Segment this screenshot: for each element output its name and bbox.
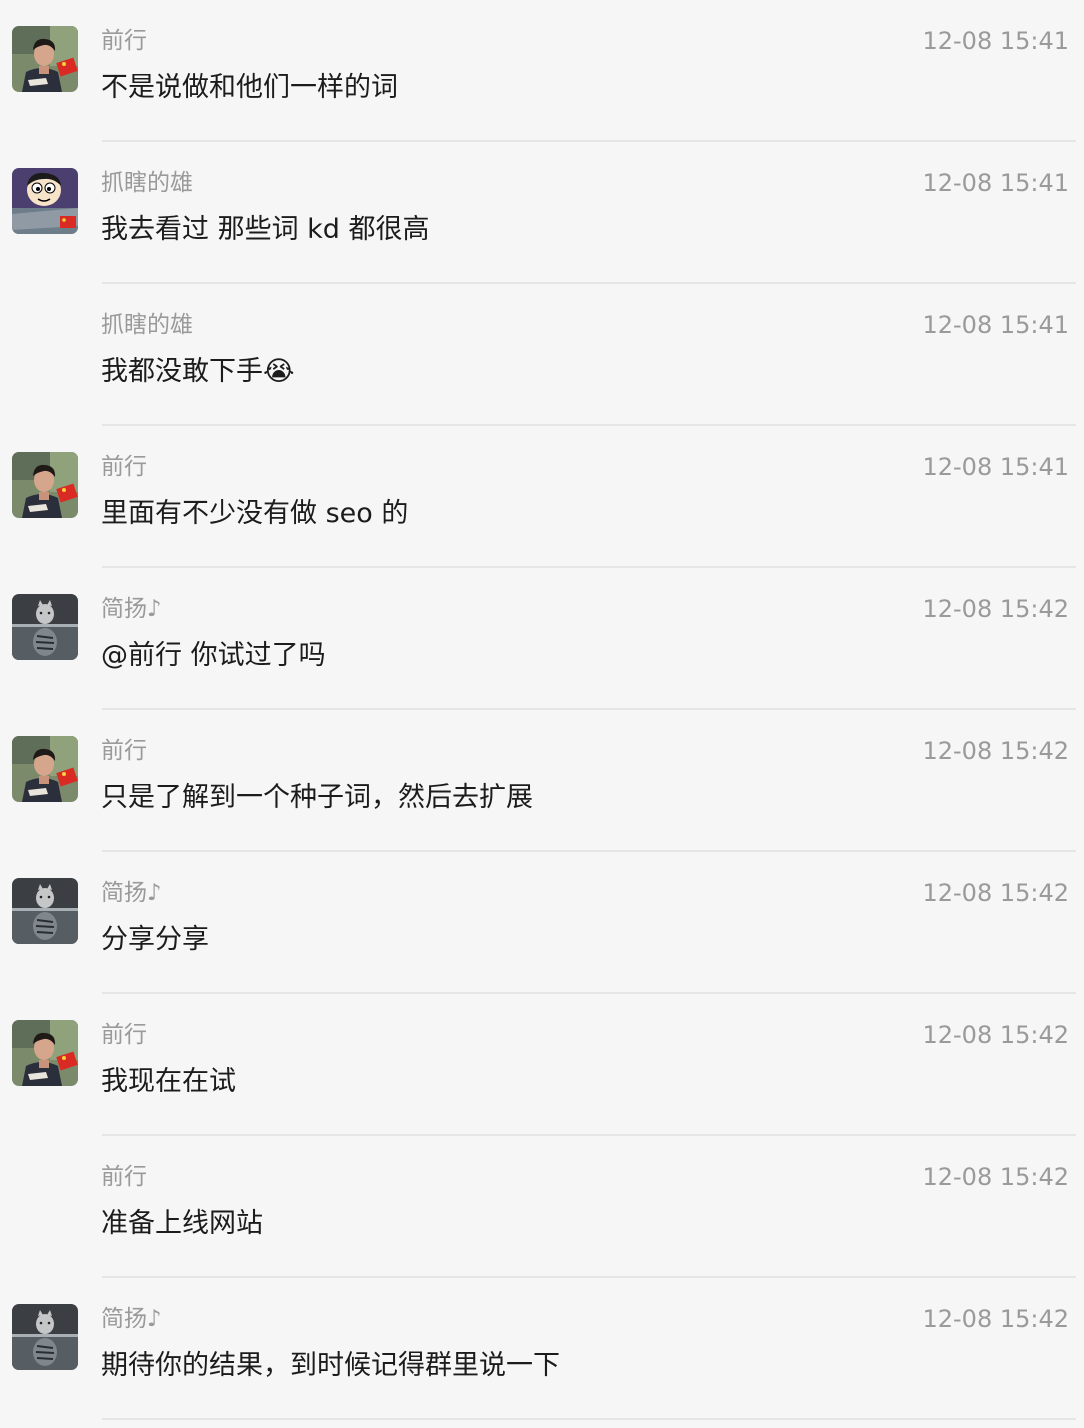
message-item[interactable]: 抓瞎的雄 12-08 15:41 我都没敢下手😭 xyxy=(0,284,1084,426)
message-text: 不是说做和他们一样的词 xyxy=(101,72,398,103)
message-text: 分享分享 xyxy=(101,924,209,955)
man-with-flag-avatar[interactable] xyxy=(12,736,78,802)
sender-name[interactable]: 简扬♪ xyxy=(101,594,162,624)
message-timestamp: 12-08 15:41 xyxy=(922,311,1069,339)
chat-message-list: 前行 12-08 15:41 不是说做和他们一样的词 抓瞎的雄 12-08 15… xyxy=(0,0,1084,1428)
message-item[interactable]: 简扬♪ 12-08 15:42 分享分享 xyxy=(0,852,1084,994)
cat-tiger-reflection-avatar[interactable] xyxy=(12,1304,78,1370)
sender-name[interactable]: 抓瞎的雄 xyxy=(101,310,193,340)
man-with-flag-avatar[interactable] xyxy=(12,26,78,92)
sender-name[interactable]: 前行 xyxy=(101,1020,147,1050)
crying-face-emoji-icon: 😭 xyxy=(263,356,295,387)
message-text: 里面有不少没有做 seo 的 xyxy=(101,498,409,529)
message-timestamp: 12-08 15:42 xyxy=(922,1021,1069,1049)
message-item[interactable]: 抓瞎的雄 12-08 15:41 我去看过 那些词 kd 都很高 xyxy=(0,142,1084,284)
sender-name[interactable]: 简扬♪ xyxy=(101,1304,162,1334)
sender-name[interactable]: 前行 xyxy=(101,26,147,56)
sender-name[interactable]: 前行 xyxy=(101,736,147,766)
message-text-body: 我都没敢下手 xyxy=(101,356,263,387)
message-item[interactable]: 前行 12-08 15:41 里面有不少没有做 seo 的 xyxy=(0,426,1084,568)
message-item[interactable]: 前行 12-08 15:41 不是说做和他们一样的词 xyxy=(0,0,1084,142)
man-with-flag-avatar[interactable] xyxy=(12,452,78,518)
sender-name[interactable]: 前行 xyxy=(101,452,147,482)
message-item[interactable]: 前行 12-08 15:42 我现在在试 xyxy=(0,994,1084,1136)
message-timestamp: 12-08 15:41 xyxy=(922,169,1069,197)
message-item[interactable]: 简扬♪ 12-08 15:42 @前行 你试过了吗 xyxy=(0,568,1084,710)
message-timestamp: 12-08 15:42 xyxy=(922,1163,1069,1191)
cat-tiger-reflection-avatar[interactable] xyxy=(12,594,78,660)
sender-name[interactable]: 简扬♪ xyxy=(101,878,162,908)
message-text: 只是了解到一个种子词，然后去扩展 xyxy=(101,782,533,813)
message-item[interactable]: 前行 12-08 15:42 只是了解到一个种子词，然后去扩展 xyxy=(0,710,1084,852)
message-text: 我都没敢下手😭 xyxy=(101,354,295,390)
message-text: @前行 你试过了吗 xyxy=(101,640,326,671)
message-timestamp: 12-08 15:42 xyxy=(922,737,1069,765)
message-timestamp: 12-08 15:42 xyxy=(922,879,1069,907)
man-with-flag-avatar[interactable] xyxy=(12,1020,78,1086)
cartoon-boy-avatar[interactable] xyxy=(12,168,78,234)
message-text: 我去看过 那些词 kd 都很高 xyxy=(101,214,430,245)
message-text: 准备上线网站 xyxy=(101,1208,263,1239)
message-item[interactable]: 简扬♪ 12-08 15:42 期待你的结果，到时候记得群里说一下 xyxy=(0,1278,1084,1420)
message-timestamp: 12-08 15:41 xyxy=(922,453,1069,481)
divider xyxy=(102,1418,1076,1420)
cat-tiger-reflection-avatar[interactable] xyxy=(12,878,78,944)
sender-name[interactable]: 前行 xyxy=(101,1162,147,1192)
sender-name[interactable]: 抓瞎的雄 xyxy=(101,168,193,198)
message-timestamp: 12-08 15:42 xyxy=(922,1305,1069,1333)
message-timestamp: 12-08 15:42 xyxy=(922,595,1069,623)
message-timestamp: 12-08 15:41 xyxy=(922,27,1069,55)
message-item[interactable]: 前行 12-08 15:42 准备上线网站 xyxy=(0,1136,1084,1278)
message-text: 我现在在试 xyxy=(101,1066,236,1097)
message-text: 期待你的结果，到时候记得群里说一下 xyxy=(101,1350,560,1381)
